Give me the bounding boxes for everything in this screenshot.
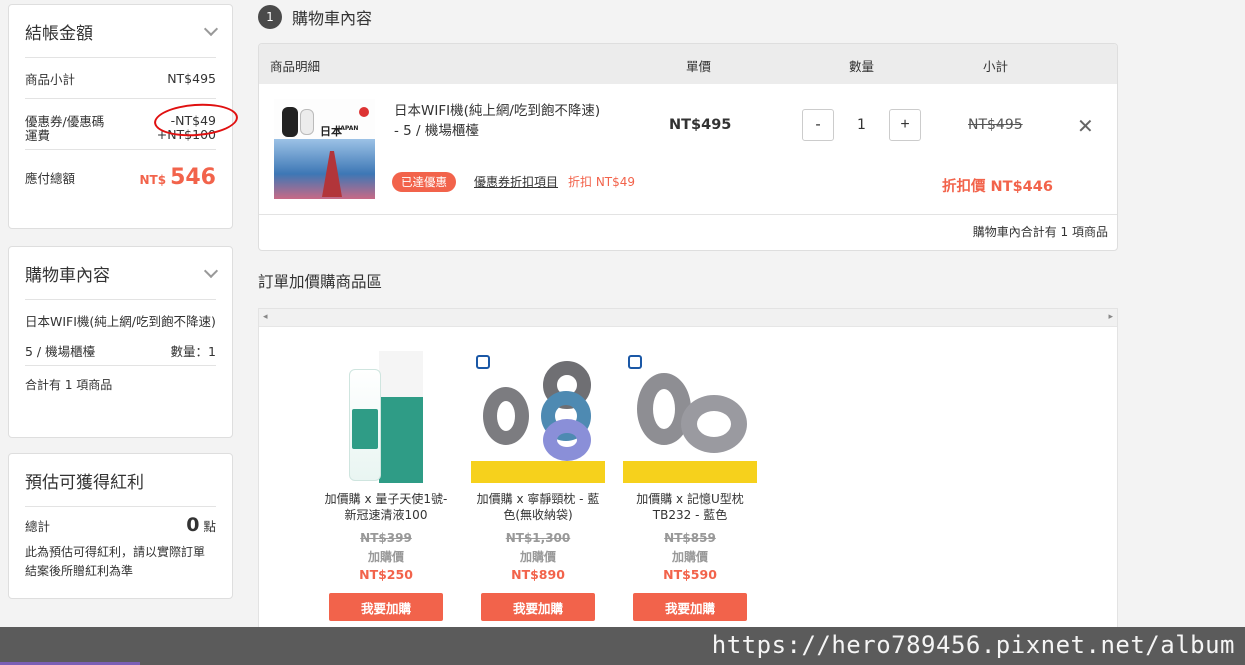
add-to-cart-button[interactable]: 我要加購 xyxy=(329,593,443,621)
chevron-down-icon[interactable] xyxy=(203,263,219,278)
total-amount: 546 xyxy=(170,164,216,190)
yellow-banner xyxy=(471,461,605,483)
coupon-items-link[interactable]: 優惠券折扣項目 xyxy=(474,173,558,190)
addon-original-price: NT$1,300 xyxy=(505,531,571,545)
add-to-cart-button[interactable]: 我要加購 xyxy=(481,593,595,621)
cart-summary-item-name: 日本WIFI機(純上網/吃到飽不降速) xyxy=(25,314,216,329)
scroll-left-icon[interactable]: ◂ xyxy=(263,312,268,322)
scroll-right-icon[interactable]: ▸ xyxy=(1108,312,1113,322)
cart-summary-header[interactable]: 購物車內容 xyxy=(9,247,232,299)
addon-product-card: 加價購 x 量子天使1號-新冠速清液100 NT$399 加購價 NT$250 … xyxy=(319,351,453,621)
total-row: 應付總額 NT$ 546 xyxy=(9,150,232,204)
product-image[interactable] xyxy=(319,351,453,483)
u-pillow-image xyxy=(681,395,747,453)
bonus-points-value: 0 xyxy=(186,514,200,536)
addon-price-label: 加購價 xyxy=(367,550,404,564)
bonus-total-label: 總計 xyxy=(25,518,51,534)
spray-label-image xyxy=(352,409,378,449)
subtotal-label: 商品小計 xyxy=(25,71,76,87)
bonus-card: 預估可獲得紅利 總計 0 點 此為預估可得紅利，請以實際訂單結案後所贈紅利為準 xyxy=(8,453,233,599)
cart-item-name[interactable]: 日本WIFI機(純上網/吃到飽不降速) - 5 / 機場櫃檯 xyxy=(394,101,604,141)
product-image[interactable] xyxy=(471,351,605,483)
addon-product-name[interactable]: 加價購 x 量子天使1號-新冠速清液100 xyxy=(319,491,453,525)
addon-carousel: ◂ ▸ 加價購 x 量子天使1號-新冠速清液100 NT$399 加購價 NT$… xyxy=(258,308,1118,653)
cart-summary-count: 合計有 1 項商品 xyxy=(25,378,113,392)
cart-summary-option: 5 / 機場櫃檯 xyxy=(25,343,96,359)
japan-flag-icon xyxy=(359,107,369,117)
yellow-banner xyxy=(623,461,757,483)
thumbnail-japan-small-text: JAPAN xyxy=(338,125,359,132)
bonus-total-row: 總計 0 點 xyxy=(9,507,232,543)
addon-price: NT$890 xyxy=(511,567,565,582)
travel-blue-logo-icon xyxy=(476,355,490,369)
addon-product-name[interactable]: 加價購 x 寧靜頸枕 - 藍色(無收納袋) xyxy=(471,491,605,525)
addon-product-card: 加價購 x 寧靜頸枕 - 藍色(無收納袋) NT$1,300 加購價 NT$89… xyxy=(471,351,605,621)
col-item-header: 商品明細 xyxy=(270,59,321,74)
total-currency: NT$ xyxy=(139,172,167,187)
add-to-cart-button[interactable]: 我要加購 xyxy=(633,593,747,621)
cart-step-header: 1 購物車內容 xyxy=(258,5,372,29)
checkout-summary-title: 結帳金額 xyxy=(25,23,93,44)
shipping-label: 運費 xyxy=(25,127,51,143)
remove-item-icon[interactable]: ✕ xyxy=(1077,114,1094,138)
wifi-device-icon xyxy=(282,107,298,137)
total-label: 應付總額 xyxy=(25,170,76,186)
cart-summary-option-row: 5 / 機場櫃檯 數量：1 xyxy=(9,335,232,365)
cart-summary-qty: 數量：1 xyxy=(170,343,216,359)
bonus-points-unit: 點 xyxy=(203,519,216,534)
step-title: 購物車內容 xyxy=(292,9,373,28)
addon-product-name[interactable]: 加價購 x 記憶U型枕 TB232 - 藍色 xyxy=(623,491,757,525)
cart-table-header: 商品明細 單價 數量 小計 xyxy=(259,44,1117,84)
pillow-gray-image xyxy=(483,387,529,445)
qty-plus-button[interactable]: + xyxy=(889,109,921,141)
product-thumbnail[interactable]: 日本 JAPAN xyxy=(274,99,375,199)
subtotal-value: NT$495 xyxy=(167,70,216,86)
pagoda-image xyxy=(322,151,342,197)
travel-blue-logo-icon xyxy=(628,355,642,369)
col-qty-header: 數量 xyxy=(849,59,875,74)
chevron-down-icon[interactable] xyxy=(203,21,219,36)
unit-price: NT$495 xyxy=(669,117,732,133)
pillow-purple-image xyxy=(543,419,591,461)
watermark-bar: https://hero789456.pixnet.net/album xyxy=(0,627,1245,665)
cart-summary-card: 購物車內容 日本WIFI機(純上網/吃到飽不降速) 5 / 機場櫃檯 數量：1 … xyxy=(8,246,233,438)
discount-achieved-badge: 已達優惠 xyxy=(392,172,456,192)
horizontal-scrollbar[interactable]: ◂ ▸ xyxy=(259,309,1117,327)
step-number-badge: 1 xyxy=(258,5,282,29)
subtotal-row: 商品小計 NT$495 xyxy=(9,58,232,98)
bonus-title: 預估可獲得紅利 xyxy=(25,472,144,493)
col-price-header: 單價 xyxy=(686,59,712,74)
checkout-summary-header[interactable]: 結帳金額 xyxy=(9,5,232,57)
addon-price: NT$250 xyxy=(359,567,413,582)
spray-box-image xyxy=(379,351,423,483)
total-value: NT$ 546 xyxy=(139,165,216,190)
cart-count-footer: 購物車內合計有 1 項商品 xyxy=(972,225,1108,239)
wifi-device-icon xyxy=(300,109,314,135)
addon-product-card: 加價購 x 記憶U型枕 TB232 - 藍色 NT$859 加購價 NT$590… xyxy=(623,351,757,621)
bonus-note: 此為預估可得紅利，請以實際訂單結案後所贈紅利為準 xyxy=(25,545,206,578)
cart-summary-title: 購物車內容 xyxy=(25,265,110,286)
addon-section-title: 訂單加價購商品區 xyxy=(258,273,383,291)
cart-item-row: 日本 JAPAN 日本WIFI機(純上網/吃到飽不降速) - 5 / 機場櫃檯 … xyxy=(259,84,1117,215)
discount-note: 折扣 NT$49 xyxy=(568,175,636,189)
qty-minus-button[interactable]: - xyxy=(802,109,834,141)
col-subtotal-header: 小計 xyxy=(983,59,1009,74)
original-subtotal: NT$495 xyxy=(968,117,1023,133)
watermark-text: https://hero789456.pixnet.net/album xyxy=(711,631,1235,659)
addon-original-price: NT$859 xyxy=(664,531,716,545)
addon-price: NT$590 xyxy=(663,567,717,582)
qty-value[interactable]: 1 xyxy=(857,117,866,133)
cart-table: 商品明細 單價 數量 小計 日本 JAPAN 日本WIFI機(純上網/吃到飽不降… xyxy=(258,43,1118,251)
discounted-price: 折扣價 NT$446 xyxy=(942,179,1053,195)
addon-price-label: 加購價 xyxy=(671,550,708,564)
bonus-points: 0 點 xyxy=(186,514,216,536)
bonus-header: 預估可獲得紅利 xyxy=(9,454,232,506)
product-image[interactable] xyxy=(623,351,757,483)
addon-original-price: NT$399 xyxy=(360,531,412,545)
addon-price-label: 加購價 xyxy=(519,550,556,564)
